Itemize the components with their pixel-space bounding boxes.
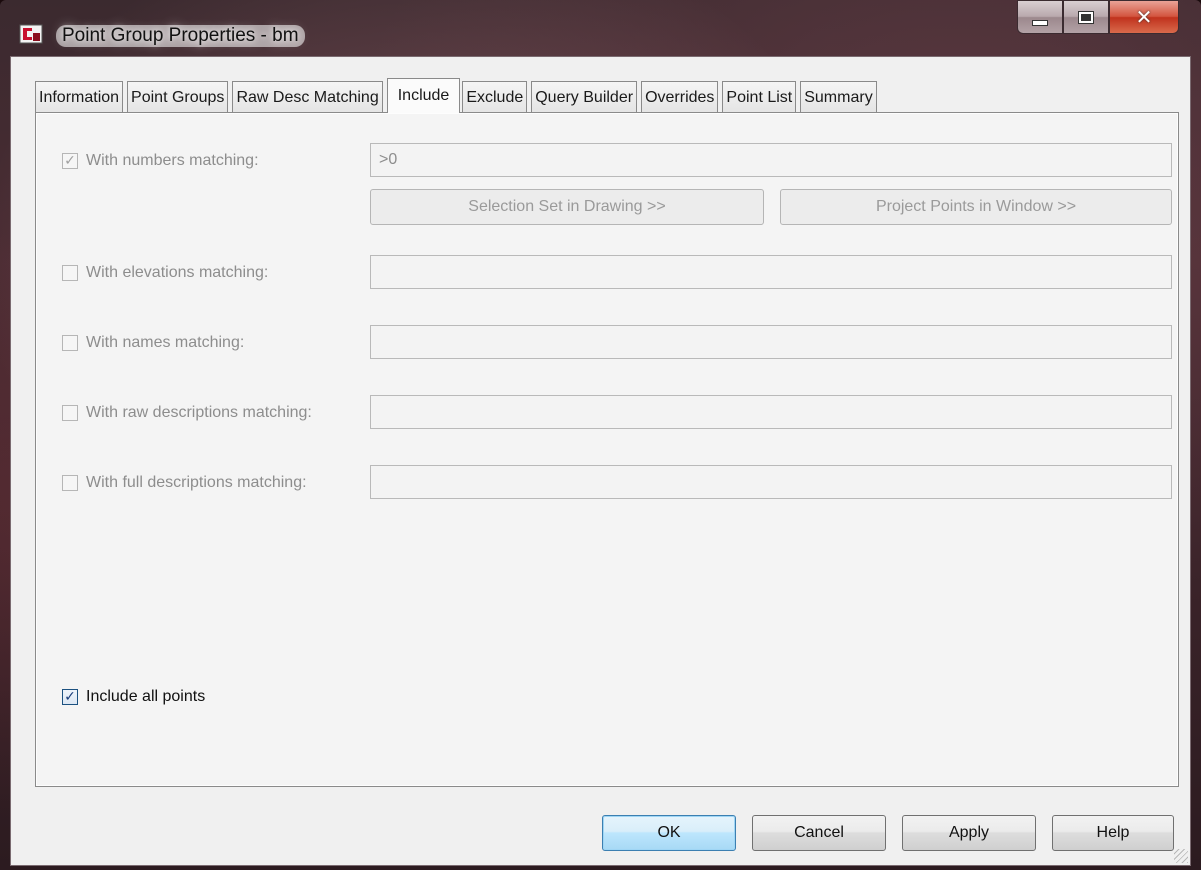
tab-include[interactable]: Include: [386, 78, 461, 113]
apply-button[interactable]: Apply: [902, 815, 1036, 851]
tab-point-list[interactable]: Point List: [722, 81, 797, 113]
check-icon: ✓: [64, 153, 76, 169]
caption-buttons: ✕: [1017, 0, 1179, 34]
elevations-label: With elevations matching:: [86, 264, 269, 281]
window-title: Point Group Properties - bm: [56, 25, 305, 47]
tab-exclude[interactable]: Exclude: [462, 81, 528, 113]
include-tab-panel: ✓ With numbers matching: >0 Selection Se…: [35, 112, 1179, 787]
full-descriptions-input[interactable]: [370, 465, 1172, 499]
minimize-icon: [1032, 20, 1048, 26]
ok-button[interactable]: OK: [602, 815, 736, 851]
selection-set-in-drawing-button[interactable]: Selection Set in Drawing >>: [370, 189, 764, 225]
tab-raw-desc-matching[interactable]: Raw Desc Matching: [232, 81, 383, 113]
full-descriptions-checkbox[interactable]: [62, 475, 78, 491]
close-icon: ✕: [1135, 5, 1153, 29]
include-all-points-checkbox[interactable]: ✓: [62, 689, 78, 705]
help-button[interactable]: Help: [1052, 815, 1174, 851]
numbers-checkbox[interactable]: ✓: [62, 153, 78, 169]
tab-overrides[interactable]: Overrides: [641, 81, 719, 113]
close-button[interactable]: ✕: [1109, 0, 1179, 34]
maximize-button[interactable]: [1063, 0, 1109, 34]
check-icon: ✓: [64, 689, 76, 705]
raw-descriptions-input[interactable]: [370, 395, 1172, 429]
names-checkbox[interactable]: [62, 335, 78, 351]
elevations-input[interactable]: [370, 255, 1172, 289]
numbers-input[interactable]: >0: [370, 143, 1172, 177]
maximize-icon: [1078, 10, 1094, 24]
raw-descriptions-checkbox[interactable]: [62, 405, 78, 421]
tab-strip: Information Point Groups Raw Desc Matchi…: [35, 78, 881, 113]
dialog-client-area: Information Point Groups Raw Desc Matchi…: [10, 56, 1191, 866]
dialog-window: Point Group Properties - bm ✕ Informatio…: [0, 0, 1201, 870]
minimize-button[interactable]: [1017, 0, 1063, 34]
names-input[interactable]: [370, 325, 1172, 359]
title-bar[interactable]: Point Group Properties - bm ✕: [0, 0, 1201, 56]
names-label: With names matching:: [86, 334, 245, 351]
tab-summary[interactable]: Summary: [800, 81, 877, 113]
cancel-button[interactable]: Cancel: [752, 815, 886, 851]
full-descriptions-label: With full descriptions matching:: [86, 474, 307, 491]
resize-grip[interactable]: [1174, 849, 1188, 863]
civil3d-app-icon: [18, 22, 46, 46]
include-all-points-label: Include all points: [86, 688, 206, 705]
tab-point-groups[interactable]: Point Groups: [127, 81, 229, 113]
elevations-checkbox[interactable]: [62, 265, 78, 281]
numbers-label: With numbers matching:: [86, 152, 259, 169]
project-points-in-window-button[interactable]: Project Points in Window >>: [780, 189, 1172, 225]
tab-information[interactable]: Information: [35, 81, 124, 113]
tab-query-builder[interactable]: Query Builder: [531, 81, 638, 113]
raw-descriptions-label: With raw descriptions matching:: [86, 404, 312, 421]
